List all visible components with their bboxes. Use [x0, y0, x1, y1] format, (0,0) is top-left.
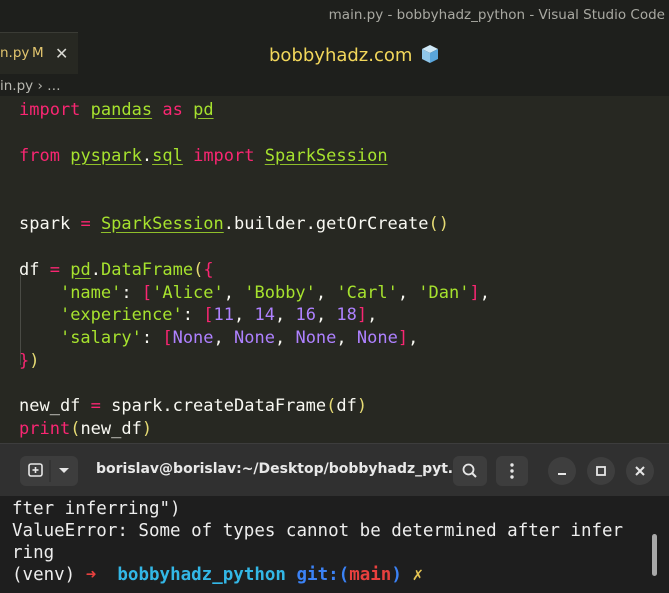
- code-line-6: 'experience': [11, 14, 16, 18],: [59, 305, 378, 325]
- window-titlebar: main.py - bobbyhadz_python - Visual Stud…: [0, 0, 669, 32]
- terminal-title: borislav@borislav:~/Desktop/bobbyhadz_py…: [96, 461, 462, 477]
- code-line-2: from pyspark.sql import SparkSession: [19, 146, 388, 166]
- code-line-10: print(new_df): [19, 419, 153, 439]
- modified-marker: M: [32, 45, 44, 61]
- watermark-text: bobbyhadz.com: [269, 45, 413, 66]
- code-editor[interactable]: import pandas as pd from pyspark.sql imp…: [0, 96, 669, 446]
- close-button[interactable]: [626, 457, 654, 485]
- watermark: bobbyhadz.com: [269, 44, 440, 66]
- breadcrumb-separator: ›: [37, 78, 43, 94]
- search-icon: [462, 463, 477, 478]
- chevron-down-icon: [59, 468, 69, 473]
- code-line-3: spark = SparkSession.builder.getOrCreate…: [19, 214, 449, 234]
- tab-main-py[interactable]: n.py M ✕: [0, 32, 78, 74]
- tab-filename: n.py: [0, 45, 30, 61]
- terminal-line-3: ring: [12, 543, 55, 563]
- menu-button[interactable]: [496, 456, 528, 486]
- code-line-5: 'name': ['Alice', 'Bobby', 'Carl', 'Dan'…: [59, 283, 490, 303]
- kebab-menu-icon: [510, 463, 514, 479]
- terminal-output[interactable]: fter inferring") ValueError: Some of typ…: [0, 496, 669, 593]
- code-line-8: }): [19, 351, 40, 371]
- search-button[interactable]: [453, 456, 487, 486]
- close-icon: [635, 466, 645, 476]
- breadcrumb: in.py › …: [0, 78, 61, 98]
- code-line-9: new_df = spark.createDataFrame(df): [19, 396, 368, 416]
- breadcrumb-file[interactable]: in.py: [0, 78, 33, 94]
- new-tab-icon: [28, 460, 69, 482]
- terminal-scrollbar[interactable]: [652, 534, 657, 576]
- terminal-prompt: (venv) ➜ bobbyhadz_python git:(main) ✗: [12, 565, 423, 585]
- code-line-7: 'salary': [None, None, None, None],: [59, 328, 419, 348]
- maximize-icon: [596, 466, 606, 476]
- minimize-icon: [558, 473, 566, 475]
- maximize-button[interactable]: [587, 457, 615, 485]
- window-title: main.py - bobbyhadz_python - Visual Stud…: [328, 7, 665, 23]
- code-line-4: df = pd.DataFrame({: [19, 260, 214, 280]
- tab-close-icon[interactable]: ✕: [55, 44, 68, 63]
- terminal-line-2: ValueError: Some of types cannot be dete…: [12, 521, 624, 541]
- ice-cube-icon: [422, 45, 439, 63]
- minimize-button[interactable]: [548, 457, 576, 485]
- code-line-1: import pandas as pd: [19, 100, 214, 120]
- new-tab-split-button[interactable]: [20, 456, 78, 486]
- breadcrumb-trail[interactable]: …: [47, 78, 61, 94]
- terminal-line-1: fter inferring"): [12, 499, 181, 519]
